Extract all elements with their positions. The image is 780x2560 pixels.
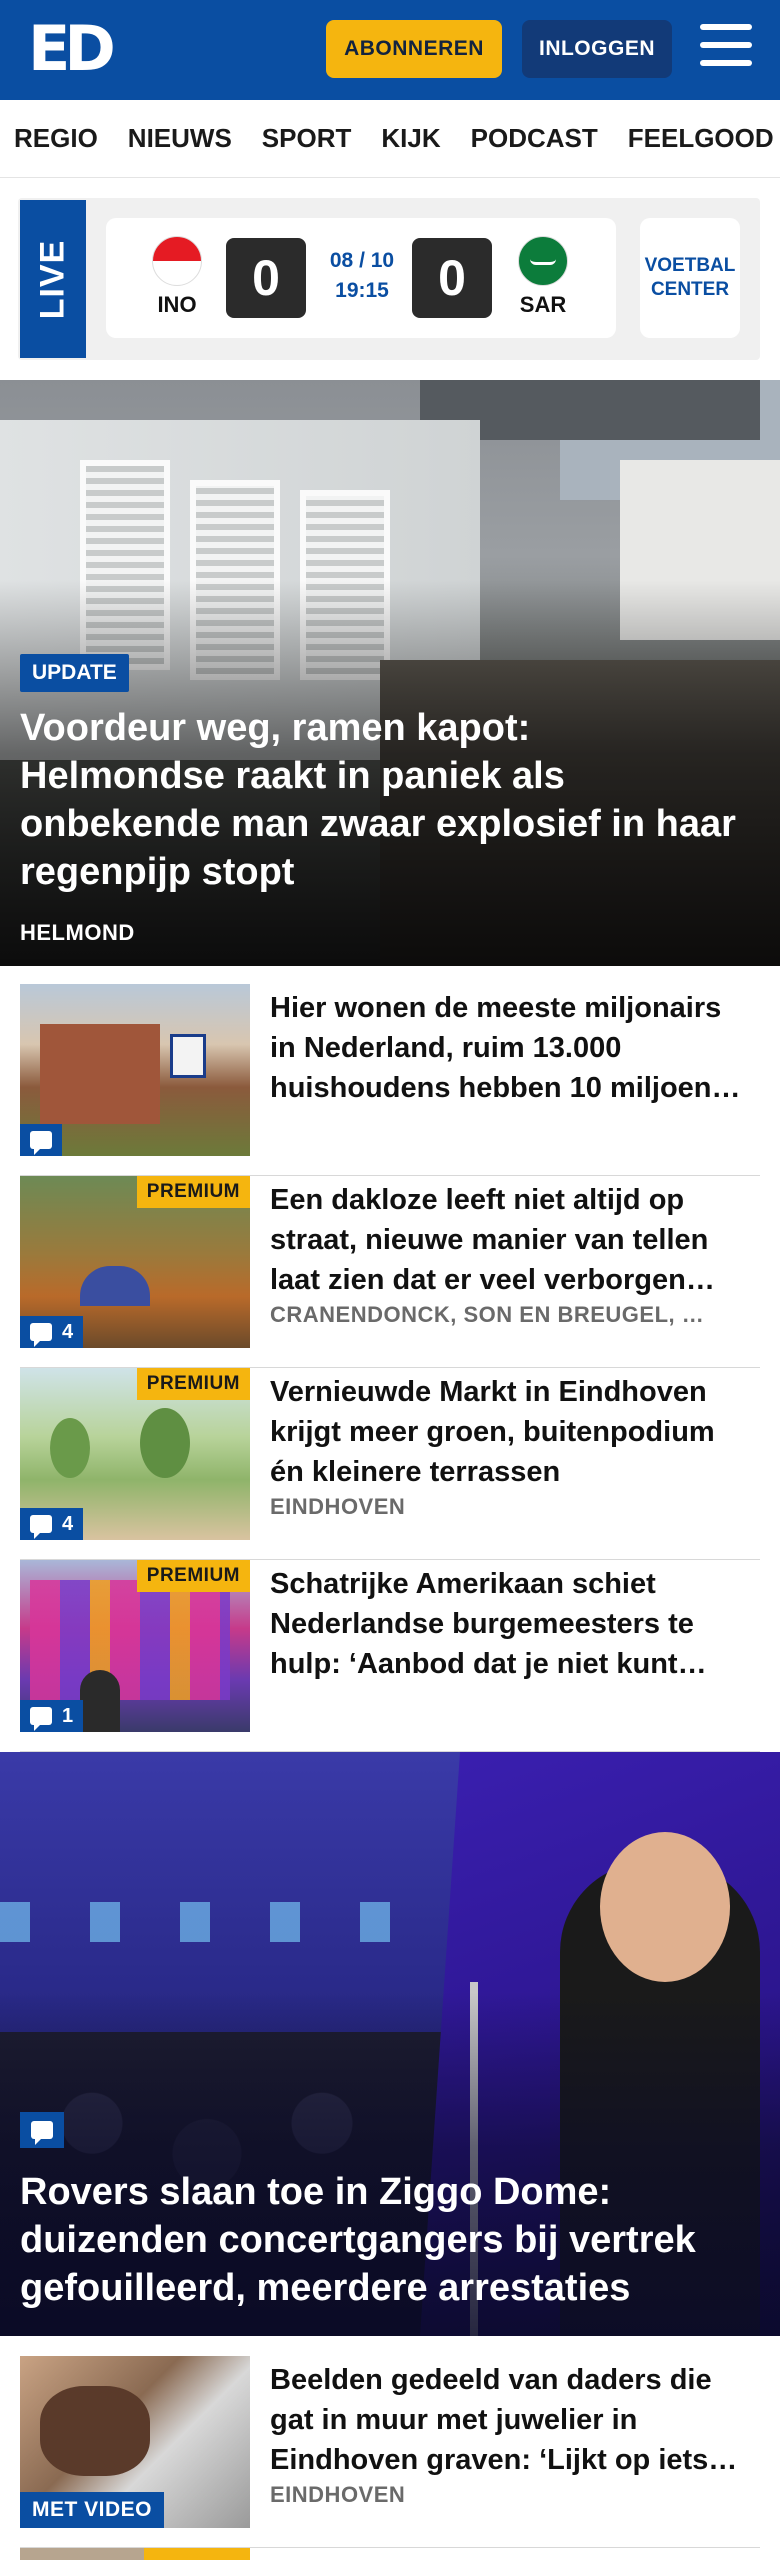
list-item[interactable]: MET VIDEO Beelden gedeeld van daders die… xyxy=(20,2356,760,2548)
image-tent xyxy=(80,1266,150,1306)
voetbal-center-link[interactable]: VOETBAL CENTER xyxy=(640,218,740,338)
comment-count[interactable]: 1 xyxy=(20,1700,84,1732)
article-thumbnail: PREMIUM 1 xyxy=(20,1560,250,1732)
match-date: 08 / 10 xyxy=(329,249,395,272)
comment-count[interactable] xyxy=(20,1124,62,1156)
hamburger-line xyxy=(700,60,752,66)
live-label: LIVE xyxy=(20,200,86,358)
top-bar: ED ABONNEREN INLOGGEN xyxy=(0,0,780,100)
article-title[interactable]: Hier wonen de meeste miljonairs in Neder… xyxy=(270,988,750,1108)
article-location: EINDHOVEN xyxy=(270,2482,406,2507)
nav-item-regio[interactable]: REGIO xyxy=(14,123,98,154)
comment-icon[interactable] xyxy=(20,2112,64,2148)
comment-count[interactable]: 4 xyxy=(20,1508,84,1540)
premium-badge: PREMIUM xyxy=(136,1368,250,1400)
comment-number: 1 xyxy=(62,1704,74,1727)
article-title[interactable]: Een dakloze leeft niet altijd op straat,… xyxy=(270,1180,750,1300)
update-badge: UPDATE xyxy=(20,654,129,692)
comment-icon xyxy=(30,1707,52,1731)
away-team: SAR xyxy=(508,236,578,318)
indonesia-flag-icon xyxy=(152,236,202,286)
hamburger-icon[interactable] xyxy=(700,24,752,72)
nav-item-nieuws[interactable]: NIEUWS xyxy=(128,123,232,154)
hero-headline[interactable]: Voordeur weg, ramen kapot: Helmondse raa… xyxy=(20,704,740,896)
image-sign xyxy=(170,1034,206,1078)
comment-icon xyxy=(30,1323,52,1347)
article-thumbnail: MET VIDEO xyxy=(20,2356,250,2528)
article-title[interactable]: Vernieuwde Markt in Eindhoven krijgt mee… xyxy=(270,1372,750,1492)
away-team-code: SAR xyxy=(519,292,567,317)
article-thumbnail: PREMIUM 4 xyxy=(20,1368,250,1540)
home-team-code: INO xyxy=(157,292,197,317)
list-item[interactable]: PREMIUM 4 Een dakloze leeft niet altijd … xyxy=(20,1176,760,1368)
image-house xyxy=(40,1024,160,1124)
nav-item-sport[interactable]: SPORT xyxy=(262,123,352,154)
list-item[interactable]: Hier wonen de meeste miljonairs in Neder… xyxy=(20,984,760,1176)
image-hole-in-wall xyxy=(40,2386,150,2476)
comment-count[interactable]: 4 xyxy=(20,1316,84,1348)
comment-icon xyxy=(30,1515,52,1539)
ed-logo[interactable]: ED xyxy=(28,16,116,82)
login-button[interactable]: INLOGGEN xyxy=(522,20,672,78)
home-score: 0 xyxy=(226,238,306,318)
match-card[interactable]: INO 0 08 / 10 19:15 0 SAR xyxy=(106,218,616,338)
image-singer-face xyxy=(600,1832,730,1982)
saudi-arabia-flag-icon xyxy=(518,236,568,286)
article-location: EINDHOVEN xyxy=(270,1494,406,1519)
image-banners xyxy=(30,1580,230,1700)
match-kickoff: 19:15 xyxy=(335,279,389,302)
hero-headline[interactable]: Rovers slaan toe in Ziggo Dome: duizende… xyxy=(20,2168,740,2312)
list-item[interactable]: PREMIUM 4 Vernieuwde Markt in Eindhoven … xyxy=(20,1368,760,1560)
article-thumbnail xyxy=(20,984,250,1156)
nav-item-feelgood[interactable]: FEELGOOD xyxy=(628,123,774,154)
next-list-item-partial xyxy=(20,2548,760,2560)
comment-number: 4 xyxy=(62,1512,74,1535)
nav-item-podcast[interactable]: PODCAST xyxy=(471,123,598,154)
nav-item-kijk[interactable]: KIJK xyxy=(381,123,440,154)
main-nav: REGIO NIEUWS SPORT KIJK PODCAST FEELGOOD xyxy=(0,100,780,178)
image-speaker xyxy=(80,1670,120,1732)
image-tree xyxy=(50,1418,90,1478)
article-thumbnail: PREMIUM 4 xyxy=(20,1176,250,1348)
match-time: 08 / 10 19:15 xyxy=(324,246,400,306)
image-tree xyxy=(140,1408,190,1478)
article-title[interactable]: Schatrijke Amerikaan schiet Nederlandse … xyxy=(270,1564,750,1684)
home-team: INO xyxy=(142,236,212,318)
premium-badge xyxy=(144,2548,250,2560)
video-badge: MET VIDEO xyxy=(20,2492,165,2528)
image-lights xyxy=(0,1902,460,1942)
comment-icon xyxy=(30,1131,52,1155)
hamburger-line xyxy=(700,24,752,30)
subscribe-button[interactable]: ABONNEREN xyxy=(326,20,502,78)
article-location: CRANENDONCK, SON EN BREUGEL, … xyxy=(270,1302,705,1327)
article-title[interactable]: Beelden gedeeld van daders die gat in mu… xyxy=(270,2360,750,2480)
live-score-strip: LIVE INO 0 08 / 10 19:15 0 SAR VOETBAL C… xyxy=(18,198,760,360)
comment-number: 4 xyxy=(62,1320,74,1343)
list-item[interactable]: PREMIUM 1 Schatrijke Amerikaan schiet Ne… xyxy=(20,1560,760,1752)
hamburger-line xyxy=(700,42,752,48)
away-score: 0 xyxy=(412,238,492,318)
premium-badge: PREMIUM xyxy=(136,1176,250,1208)
hero-location: HELMOND xyxy=(20,920,135,945)
premium-badge: PREMIUM xyxy=(136,1560,250,1592)
